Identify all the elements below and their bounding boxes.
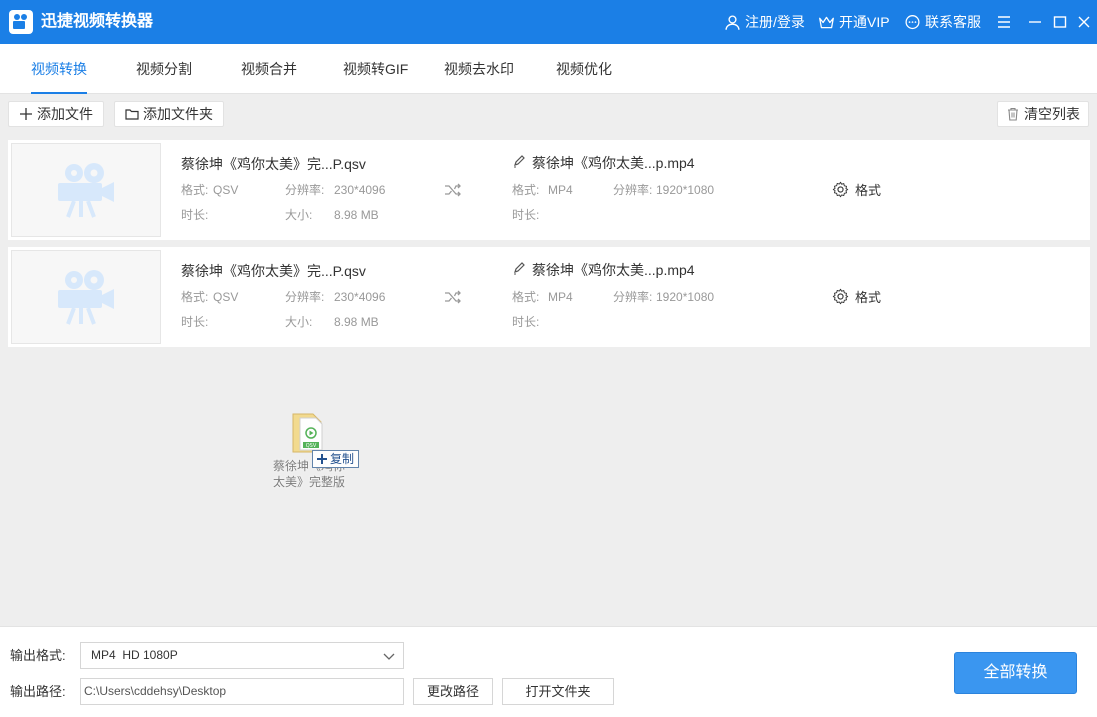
maximize-icon	[1053, 16, 1067, 28]
chat-icon	[905, 14, 920, 29]
output-format: MP4	[548, 183, 573, 197]
output-file-name[interactable]: 蔡徐坤《鸡你太美...p.mp4	[532, 261, 695, 279]
duration-label: 时长:	[512, 208, 540, 222]
video-camera-icon	[58, 270, 114, 325]
source-file-name: 蔡徐坤《鸡你太美》完...P.qsv	[181, 263, 366, 279]
change-path-button[interactable]: 更改路径	[413, 678, 493, 705]
tab-video-split[interactable]: 视频分割	[136, 44, 192, 94]
output-path-field[interactable]: C:\Users\cddehsy\Desktop	[80, 678, 404, 705]
vip-label: 开通VIP	[839, 14, 890, 30]
video-thumbnail	[11, 250, 161, 344]
menu-button[interactable]	[994, 12, 1014, 32]
login-label: 注册/登录	[745, 14, 805, 30]
shuffle-icon[interactable]	[444, 288, 462, 306]
minimize-button[interactable]	[1025, 12, 1045, 32]
drag-copy-label: 复制	[330, 452, 355, 466]
format-settings-button[interactable]: 格式	[832, 180, 881, 199]
gear-icon	[832, 288, 849, 305]
output-format-label: 输出格式:	[10, 648, 66, 663]
video-camera-icon	[58, 163, 114, 218]
format-settings-button[interactable]: 格式	[832, 287, 881, 306]
add-folder-button[interactable]: 添加文件夹	[114, 101, 224, 127]
size-label: 大小:	[285, 315, 313, 329]
pencil-icon[interactable]	[512, 154, 526, 168]
drag-file-label-line2: 太美》完整版	[272, 475, 345, 489]
drag-copy-tooltip: 复制	[312, 450, 360, 468]
output-resolution: 1920*1080	[656, 183, 715, 197]
close-icon	[1078, 16, 1090, 28]
source-size: 8.98 MB	[334, 208, 379, 222]
file-row: 蔡徐坤《鸡你太美》完...P.qsv 格式: QSV 分辨率: 230*4096…	[8, 247, 1090, 347]
source-format: QSV	[213, 183, 239, 197]
vip-link[interactable]: 开通VIP	[818, 13, 890, 31]
source-resolution: 230*4096	[334, 290, 386, 304]
format-label: 格式:	[181, 290, 209, 304]
resolution-label: 分辨率:	[285, 183, 325, 197]
source-format: QSV	[213, 290, 239, 304]
add-file-label: 添加文件	[37, 106, 93, 122]
customer-service-label: 联系客服	[925, 14, 981, 30]
output-format-select[interactable]: MP4 HD 1080P	[80, 642, 404, 669]
folder-icon	[125, 109, 139, 120]
clear-list-label: 清空列表	[1024, 106, 1080, 122]
trash-icon	[1008, 107, 1018, 121]
pencil-icon[interactable]	[512, 261, 526, 275]
duration-label: 时长:	[181, 315, 209, 329]
tab-bar: 视频转换 视频分割 视频合并 视频转GIF 视频去水印 视频优化	[0, 44, 1097, 94]
format-label: 格式:	[512, 183, 540, 197]
app-logo-icon	[9, 10, 33, 34]
tab-video-convert[interactable]: 视频转换	[31, 44, 87, 94]
format-settings-label: 格式	[855, 290, 882, 305]
add-file-button[interactable]: 添加文件	[8, 101, 104, 127]
plus-icon	[317, 454, 327, 464]
video-thumbnail	[11, 143, 161, 237]
resolution-label: 分辨率:	[613, 183, 653, 197]
source-size: 8.98 MB	[334, 315, 379, 329]
output-resolution: 1920*1080	[656, 290, 715, 304]
format-label: 格式:	[512, 290, 540, 304]
output-path-label: 输出路径:	[10, 684, 66, 699]
menu-icon	[998, 16, 1010, 28]
app-title: 迅捷视频转换器	[41, 13, 154, 30]
file-row: 蔡徐坤《鸡你太美》完...P.qsv 格式: QSV 分辨率: 230*4096…	[8, 140, 1090, 240]
shuffle-icon[interactable]	[444, 181, 462, 199]
size-label: 大小:	[285, 208, 313, 222]
resolution-label: 分辨率:	[285, 290, 325, 304]
format-settings-label: 格式	[855, 183, 882, 198]
chevron-down-icon	[383, 653, 395, 660]
qsv-badge: QSV	[306, 443, 317, 449]
tab-remove-watermark[interactable]: 视频去水印	[444, 44, 514, 94]
minimize-icon	[1029, 21, 1041, 23]
login-link[interactable]: 注册/登录	[724, 13, 805, 31]
gear-icon	[832, 181, 849, 198]
drag-ghost: QSV 蔡徐坤《鸡你 太美》完整版 复制	[268, 408, 368, 498]
title-bar: 迅捷视频转换器 注册/登录 开通VIP 联系客服	[0, 0, 1097, 44]
source-resolution: 230*4096	[334, 183, 386, 197]
user-icon	[725, 14, 740, 30]
source-file-name: 蔡徐坤《鸡你太美》完...P.qsv	[181, 156, 366, 172]
duration-label: 时长:	[512, 315, 540, 329]
add-folder-label: 添加文件夹	[143, 106, 213, 122]
qsv-file-icon: QSV	[292, 413, 323, 453]
clear-list-button[interactable]: 清空列表	[997, 101, 1089, 127]
output-format-value: MP4 HD 1080P	[91, 648, 178, 662]
open-folder-button[interactable]: 打开文件夹	[502, 678, 614, 705]
plus-icon	[20, 108, 32, 120]
format-label: 格式:	[181, 183, 209, 197]
maximize-button[interactable]	[1050, 12, 1070, 32]
duration-label: 时长:	[181, 208, 209, 222]
convert-all-button[interactable]: 全部转换	[954, 652, 1077, 694]
bottom-panel: 输出格式: MP4 HD 1080P 输出路径: C:\Users\cddehs…	[0, 626, 1097, 717]
tab-video-optimize[interactable]: 视频优化	[556, 44, 612, 94]
crown-icon	[819, 16, 834, 28]
customer-service-link[interactable]: 联系客服	[904, 13, 981, 31]
output-file-name[interactable]: 蔡徐坤《鸡你太美...p.mp4	[532, 154, 695, 172]
resolution-label: 分辨率:	[613, 290, 653, 304]
tab-video-to-gif[interactable]: 视频转GIF	[343, 44, 408, 94]
tab-video-merge[interactable]: 视频合并	[241, 44, 297, 94]
output-format: MP4	[548, 290, 573, 304]
close-button[interactable]	[1074, 12, 1094, 32]
